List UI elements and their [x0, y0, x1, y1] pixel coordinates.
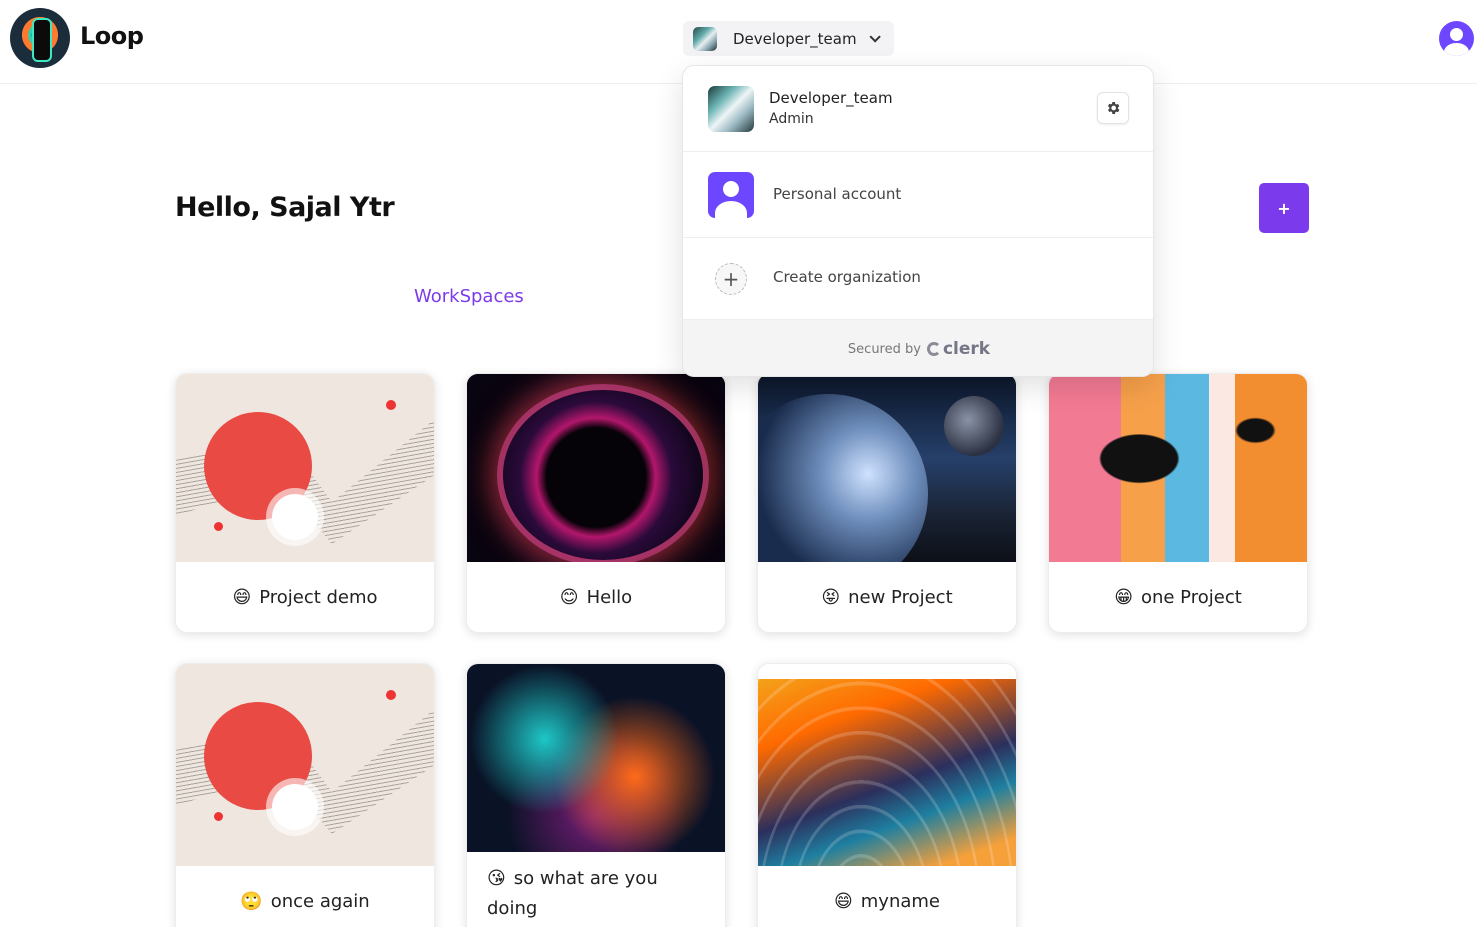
create-organization-label: Create organization	[773, 268, 921, 286]
tab-workspaces[interactable]: WorkSpaces	[414, 286, 524, 307]
workspace-card[interactable]: 😝 new Project	[757, 373, 1017, 633]
workspace-title: 😘 so what are you doing	[467, 852, 707, 927]
workspace-emoji: 😄	[232, 586, 252, 608]
active-org-role: Admin	[769, 111, 814, 127]
greeting-heading: Hello, Sajal Ytr	[175, 192, 395, 223]
user-icon	[723, 181, 739, 197]
plus-icon: +	[715, 263, 747, 295]
add-workspace-button[interactable]: +	[1259, 183, 1309, 233]
org-switcher-label: Developer_team	[733, 29, 857, 48]
clerk-brand-text: clerk	[942, 339, 991, 359]
user-icon-body	[1444, 43, 1469, 56]
clerk-icon	[926, 342, 941, 356]
workspace-card[interactable]: 😄 myname	[757, 663, 1017, 927]
user-avatar-button[interactable]	[1439, 21, 1474, 56]
organization-switcher-popover: Developer_team Admin Personal account + …	[682, 65, 1154, 377]
user-icon-body	[715, 201, 747, 218]
workspace-title: 🙄 once again	[176, 866, 434, 927]
workspace-title-text: myname	[860, 890, 940, 912]
secured-by-footer: Secured by clerk	[683, 320, 1153, 376]
workspace-cover-image	[467, 664, 725, 852]
workspace-title-text: one Project	[1140, 586, 1242, 608]
workspace-cover-image	[758, 679, 1016, 866]
active-org-name: Developer_team	[769, 89, 893, 107]
workspace-title: 😄 Project demo	[176, 562, 434, 632]
workspace-emoji: 😊	[559, 586, 579, 608]
workspace-cover-image	[758, 374, 1016, 562]
workspace-cover-image	[467, 374, 725, 562]
workspace-title-text: new Project	[848, 586, 953, 608]
personal-avatar	[708, 172, 754, 218]
workspace-card[interactable]: 😄 Project demo	[175, 373, 435, 633]
workspace-cover-image	[176, 664, 434, 866]
workspace-title-text: once again	[270, 890, 370, 912]
workspace-title-text: so what are you doing	[487, 868, 658, 919]
org-thumbnail	[708, 86, 754, 132]
org-thumbnail	[693, 26, 717, 51]
secured-by-text: Secured by	[847, 341, 921, 357]
org-switcher-button[interactable]: Developer_team	[683, 21, 894, 56]
workspace-emoji: 😝	[821, 586, 841, 608]
workspace-cover-image	[1049, 374, 1307, 562]
chevron-down-icon	[869, 30, 881, 43]
manage-organization-button[interactable]	[1097, 92, 1129, 124]
workspace-card[interactable]: 🙄 once again	[175, 663, 435, 927]
active-organization: Developer_team Admin	[683, 66, 1153, 152]
clerk-logo[interactable]: clerk	[926, 339, 991, 359]
personal-account-item[interactable]: Personal account	[683, 152, 1153, 238]
workspace-title: 😄 myname	[758, 866, 1016, 927]
workspace-title: 😊 Hello	[467, 562, 725, 632]
workspace-card[interactable]: 😘 so what are you doing	[466, 663, 726, 927]
personal-account-label: Personal account	[773, 185, 902, 203]
workspace-title-text: Hello	[586, 586, 633, 608]
workspace-title: 😝 new Project	[758, 562, 1016, 632]
app-logo[interactable]	[10, 8, 70, 68]
app-name[interactable]: Loop	[80, 22, 144, 50]
workspace-card[interactable]: 😁 one Project	[1048, 373, 1308, 633]
workspace-emoji: 😄	[834, 890, 853, 912]
create-organization-item[interactable]: + Create organization	[683, 238, 1153, 320]
workspace-title: 😁 one Project	[1049, 562, 1307, 632]
workspace-emoji: 😁	[1114, 586, 1133, 608]
workspace-card[interactable]: 😊 Hello	[466, 373, 726, 633]
gear-icon	[1107, 102, 1120, 114]
workspace-emoji: 😘	[487, 868, 506, 889]
workspace-cover-image	[176, 374, 434, 562]
workspace-emoji: 🙄	[240, 890, 263, 912]
workspace-title-text: Project demo	[259, 586, 378, 608]
user-icon	[1450, 28, 1463, 41]
